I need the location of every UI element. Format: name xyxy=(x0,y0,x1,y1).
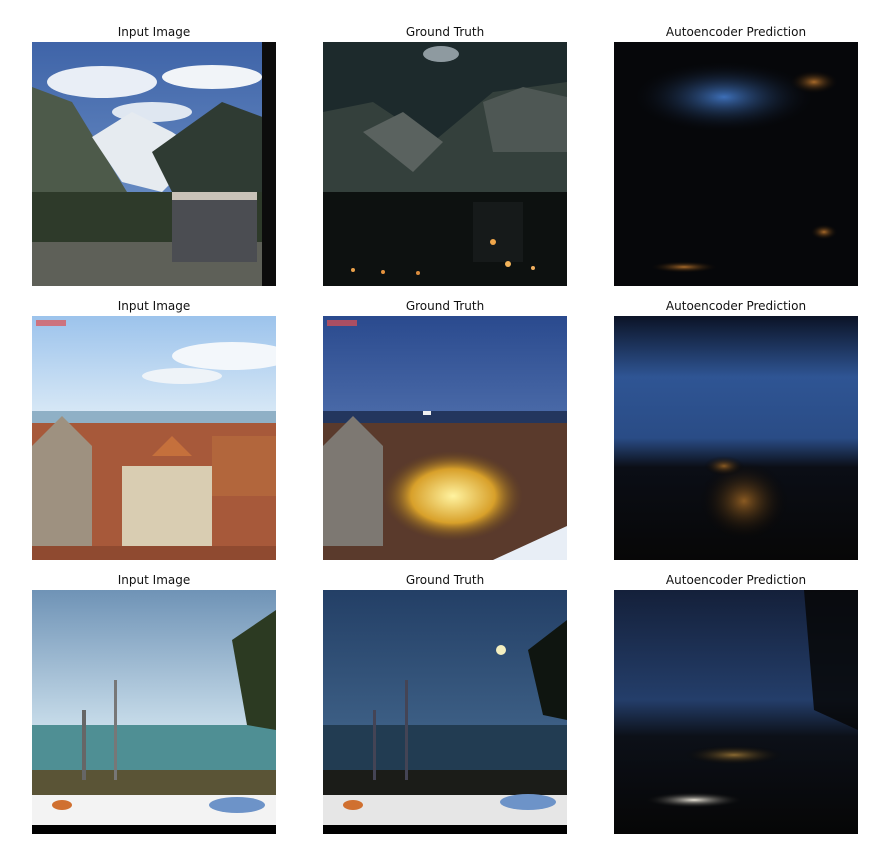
figure-grid: Input Image Ground Truth Autoencoder Pre… xyxy=(0,0,894,864)
autoencoder-prediction-old-town xyxy=(614,316,858,560)
panel-title: Autoencoder Prediction xyxy=(665,25,807,39)
panel-title: Autoencoder Prediction xyxy=(665,299,807,313)
ground-truth-alpine xyxy=(323,42,567,286)
panel-title: Ground Truth xyxy=(405,25,485,39)
input-image-alpine xyxy=(32,42,276,286)
input-image-lakeside xyxy=(32,590,276,834)
autoencoder-prediction-alpine xyxy=(614,42,858,286)
panel-title: Input Image xyxy=(117,25,191,39)
input-image-old-town xyxy=(32,316,276,560)
panel-title: Input Image xyxy=(117,573,191,587)
panel-title: Autoencoder Prediction xyxy=(665,573,807,587)
panel-title: Ground Truth xyxy=(405,573,485,587)
panel-title: Input Image xyxy=(117,299,191,313)
autoencoder-prediction-lakeside xyxy=(614,590,858,834)
ground-truth-lakeside xyxy=(323,590,567,834)
ground-truth-old-town xyxy=(323,316,567,560)
panel-title: Ground Truth xyxy=(405,299,485,313)
